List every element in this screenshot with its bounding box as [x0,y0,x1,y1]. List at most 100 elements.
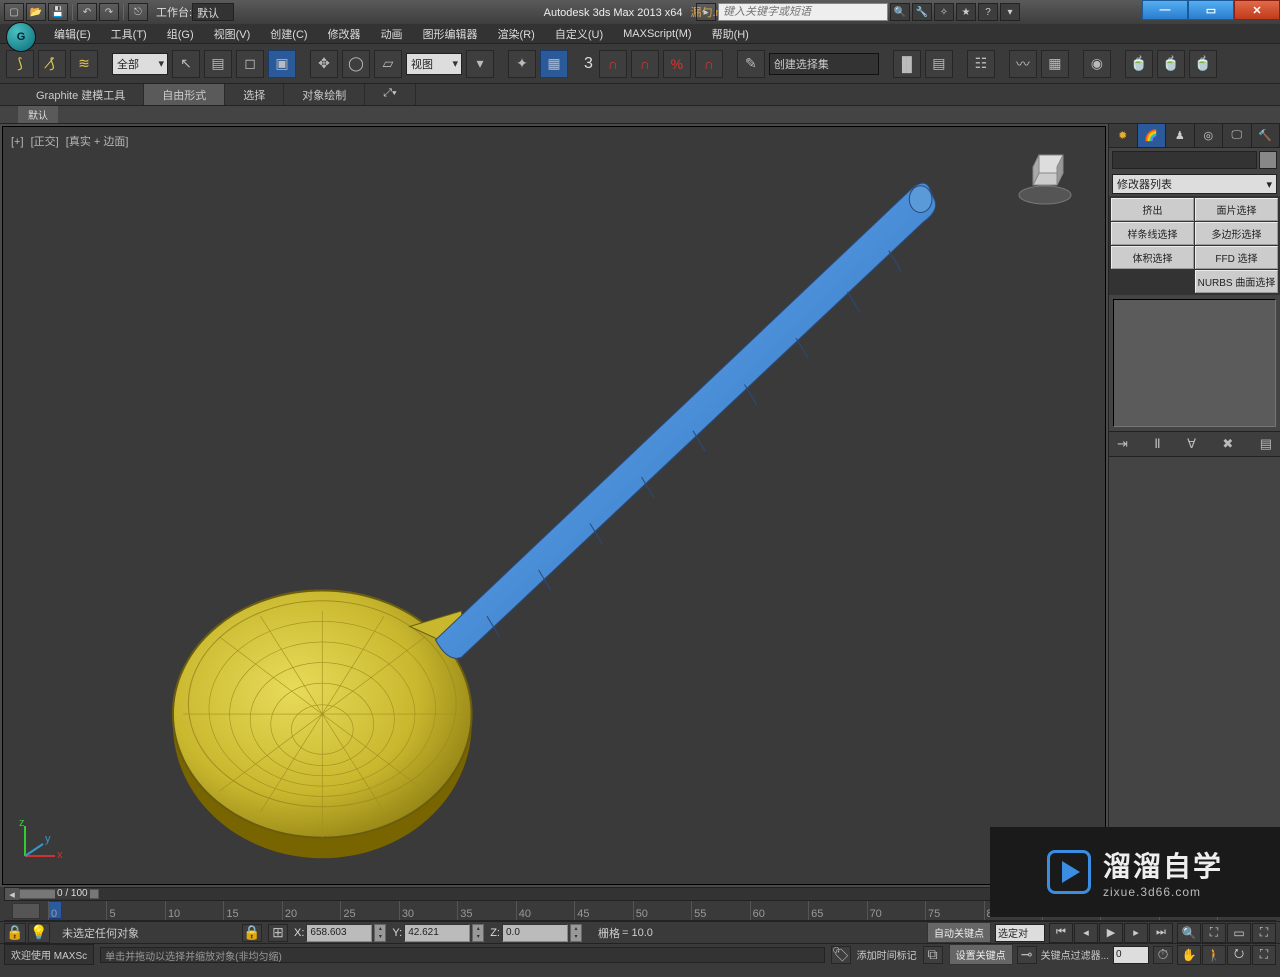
redo-icon[interactable]: ↷ [99,3,119,21]
render-frame-icon[interactable]: 🍵 [1157,50,1185,78]
play-icon[interactable]: ▶ [1099,923,1123,943]
maximize-button[interactable]: ▭ [1188,0,1234,20]
spinner-z[interactable]: ▴▾ [570,924,582,942]
auto-key-button[interactable]: 自动关键点 [927,922,991,943]
search-icon[interactable]: 🔍 [890,3,910,21]
named-selection-set[interactable]: 创建选择集 [769,53,879,75]
help-icon[interactable]: ? [978,3,998,21]
show-end-icon[interactable]: Ⅱ [1154,436,1160,452]
viewport[interactable]: [+] [正交] [真实 + 边面] [2,126,1106,885]
create-tab-icon[interactable]: ✹ [1109,124,1138,147]
undo-icon[interactable]: ↶ [77,3,97,21]
star-icon[interactable]: ★ [956,3,976,21]
menu-maxscript[interactable]: MAXScript(M) [613,26,701,42]
lock-icon[interactable]: 🔒 [242,924,262,942]
make-unique-icon[interactable]: ∀ [1187,436,1196,452]
render-setup-icon[interactable]: 🍵 [1125,50,1153,78]
track-toggle-icon[interactable] [12,903,40,919]
coord-z-input[interactable] [502,924,568,942]
zoom-icon[interactable]: 🔍 [1177,923,1201,943]
ribbon-expand-icon[interactable]: ⤢▾ [365,84,415,105]
isolate-icon[interactable]: 💡 [28,923,50,943]
zoom-extents-icon[interactable]: ⛶ [1252,923,1276,943]
select-name-icon[interactable]: ▤ [204,50,232,78]
minimize-button[interactable]: — [1142,0,1188,20]
pin-stack-icon[interactable]: ⇥ [1117,436,1128,452]
select-region-icon[interactable]: ◻ [236,50,264,78]
btn-vol-select[interactable]: 体积选择 [1111,246,1194,269]
ribbon-tab-graphite[interactable]: Graphite 建模工具 [18,84,144,105]
search-input[interactable] [718,3,888,21]
modify-tab-icon[interactable]: 🌈 [1138,124,1167,147]
bind-spacewarp-icon[interactable]: ≋ [70,50,98,78]
spinner-y[interactable]: ▴▾ [472,924,484,942]
max-viewport-icon[interactable]: ⛶ [1252,945,1276,965]
link-tool-icon[interactable]: ⟆ [6,50,34,78]
walk-icon[interactable]: 🚶 [1202,945,1226,965]
motion-tab-icon[interactable]: ◎ [1195,124,1224,147]
menu-group[interactable]: 组(G) [157,24,204,44]
add-time-tag[interactable]: 添加时间标记 [857,947,917,962]
menu-edit[interactable]: 编辑(E) [44,24,101,44]
btn-face-select[interactable]: 面片选择 [1195,198,1278,221]
time-config-icon[interactable]: ⧉ [923,946,943,964]
move-icon[interactable]: ✥ [310,50,338,78]
menu-customize[interactable]: 自定义(U) [545,24,613,44]
next-frame-icon[interactable]: ▸ [1124,923,1148,943]
time-tag-icon[interactable]: 🏷 [831,946,851,964]
select-icon[interactable]: ↖ [172,50,200,78]
menu-help[interactable]: 帮助(H) [702,24,759,44]
infocenter-icon[interactable]: ▸ [696,3,716,21]
btn-poly-select[interactable]: 多边形选择 [1195,222,1278,245]
snap-toggle-icon[interactable]: ∩ [599,50,627,78]
manipulate-icon[interactable]: ✦ [508,50,536,78]
goto-end-icon[interactable]: ⏭ [1149,923,1173,943]
fov-icon[interactable]: ▭ [1227,923,1251,943]
pivot-icon[interactable]: ▾ [466,50,494,78]
key-filters[interactable]: 关键点过滤器... [1041,947,1109,962]
abs-rel-icon[interactable]: ⊞ [268,924,288,942]
angle-snap-icon[interactable]: ∩ [631,50,659,78]
layers-icon[interactable]: ☷ [967,50,995,78]
hierarchy-tab-icon[interactable]: ♟ [1166,124,1195,147]
menu-rendering[interactable]: 渲染(R) [488,24,545,44]
prev-frame-icon[interactable]: ◂ [1074,923,1098,943]
percent-snap-icon[interactable]: % [663,50,691,78]
coord-y-input[interactable] [404,924,470,942]
btn-extrude[interactable]: 挤出 [1111,198,1194,221]
scroll-left-icon[interactable]: ◂ [5,888,19,900]
menu-tools[interactable]: 工具(T) [101,24,157,44]
viewcube[interactable] [1015,147,1075,207]
new-icon[interactable]: ▢ [4,3,24,21]
object-name-input[interactable] [1112,151,1257,169]
align-icon[interactable]: ▤ [925,50,953,78]
ribbon-tab-freeform[interactable]: 自由形式 [144,84,225,105]
orbit-icon[interactable]: ⭮ [1227,945,1251,965]
menu-modifiers[interactable]: 修改器 [318,24,371,44]
link-icon[interactable]: ⎋ [128,3,148,21]
mirror-icon[interactable]: ▐▌ [893,50,921,78]
goto-start-icon[interactable]: ⏮ [1049,923,1073,943]
configure-icon[interactable]: ▤ [1260,436,1272,452]
ribbon-tab-selection[interactable]: 选择 [225,84,284,105]
menu-views[interactable]: 视图(V) [204,24,261,44]
rotate-icon[interactable]: ◯ [342,50,370,78]
display-tab-icon[interactable]: 🖵 [1223,124,1252,147]
workspace-select[interactable]: 默认 [192,3,234,21]
selection-filter[interactable]: 全部 [112,53,168,75]
ribbon-sub-default[interactable]: 默认 [18,106,58,123]
ref-coord-system[interactable]: 视图 [406,53,462,75]
current-frame-input[interactable] [1113,946,1149,964]
menu-animation[interactable]: 动画 [371,24,413,44]
schematic-icon[interactable]: ▦ [1041,50,1069,78]
qat-drop-icon[interactable]: ▾ [1000,3,1020,21]
ribbon-tab-paint[interactable]: 对象绘制 [284,84,365,105]
time-config2-icon[interactable]: ⏱ [1153,946,1173,964]
zoom-all-icon[interactable]: ⛶ [1202,923,1226,943]
object-color-swatch[interactable] [1259,151,1277,169]
menu-graph[interactable]: 图形编辑器 [413,24,488,44]
set-key-button[interactable]: 设置关键点 [949,944,1013,965]
exchange-icon[interactable]: ✧ [934,3,954,21]
menu-create[interactable]: 创建(C) [260,24,317,44]
pan-icon[interactable]: ✋ [1177,945,1201,965]
